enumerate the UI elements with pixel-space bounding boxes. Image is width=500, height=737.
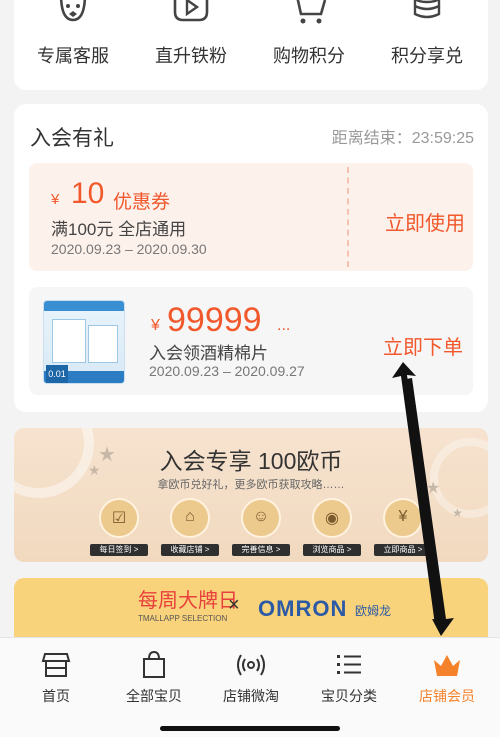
tab-label: 宝贝分类 <box>321 688 377 704</box>
use-now-button[interactable]: 立即使用 <box>385 207 465 236</box>
list-icon <box>337 655 361 674</box>
tab-label: 全部宝贝 <box>126 688 182 704</box>
event-sub: TMALLAPP SELECTION <box>138 614 228 623</box>
tab-store-feed[interactable]: 店铺微淘 <box>201 646 301 716</box>
brand-logo: OMRON <box>258 596 348 621</box>
countdown-label: 距离结束： <box>331 130 412 147</box>
member-benefits-card: 专属客服 直升铁粉 购物积分 积分享兑 <box>14 0 488 90</box>
join-gift-card: 入会有礼 距离结束：23:59:25 ¥ 10 优惠券 满100元 全店通用 2… <box>14 104 488 412</box>
benefit-label: 积分享兑 <box>391 46 463 66</box>
product-dates: 2020.09.23 – 2020.09.27 <box>149 363 305 379</box>
section-title: 入会有礼 <box>30 127 114 150</box>
banner-title: 入会专享 100欧币 <box>159 448 343 474</box>
task-label: 完善信息 > <box>232 544 290 556</box>
coupon-currency: ¥ <box>51 191 60 208</box>
product-price-ellipsis: ... <box>277 317 291 334</box>
benefit-label: 直升铁粉 <box>155 46 227 66</box>
product-currency: ¥ <box>151 317 160 334</box>
calendar-check-icon: ☑ <box>99 498 139 538</box>
thumb-header <box>44 301 124 311</box>
brand-day-banner[interactable]: 每周大牌日 TMALLAPP SELECTION × OMRON 欧姆龙 <box>14 578 488 638</box>
order-now-button[interactable]: 立即下单 <box>383 331 463 360</box>
coupon-divider <box>347 167 349 267</box>
yen-coin-icon: ¥ <box>383 498 423 538</box>
home-indicator <box>160 726 340 731</box>
benefit-label: 购物积分 <box>273 46 345 66</box>
coin-stack-icon <box>413 0 441 19</box>
product-thumbnail[interactable]: 0.01 <box>43 300 125 384</box>
tab-categories[interactable]: 宝贝分类 <box>299 646 399 716</box>
bottom-tab-bar: 首页 全部宝贝 店铺微淘 宝贝分类 店铺会员 <box>0 637 500 737</box>
event-logo: 每周大牌日 <box>138 590 238 612</box>
browse-bag-icon: ◉ <box>312 498 352 538</box>
tab-label: 店铺会员 <box>419 688 475 704</box>
thumb-price-badge: 0.01 <box>46 365 68 383</box>
store-icon: ⌂ <box>170 498 210 538</box>
thumb-box <box>88 325 118 363</box>
coupon-amount: 10 <box>71 177 105 210</box>
product-name: 入会领酒精棉片 <box>149 344 268 363</box>
thumb-box <box>52 319 86 363</box>
countdown-time: 23:59:25 <box>411 130 474 147</box>
star-icon: ★ <box>452 506 463 520</box>
product-offer-card: 0.01 ¥ 99999 ... 入会领酒精棉片 2020.09.23 – 20… <box>29 287 473 395</box>
coupon-card: ¥ 10 优惠券 满100元 全店通用 2020.09.23 – 2020.09… <box>29 163 473 271</box>
collab-separator: × <box>228 594 240 616</box>
tab-label: 店铺微淘 <box>223 688 279 704</box>
task-label: 浏览商品 > <box>303 544 361 556</box>
coupon-condition: 满100元 全店通用 <box>51 220 187 239</box>
banner-subtitle: 拿欧币兑好礼，更多欧币获取攻略…… <box>157 479 345 491</box>
benefit-label: 专属客服 <box>37 46 109 66</box>
tab-home[interactable]: 首页 <box>6 646 106 716</box>
service-robot-icon <box>59 0 87 22</box>
countdown: 距离结束：23:59:25 <box>332 124 474 148</box>
tab-label: 首页 <box>42 688 70 704</box>
task-label: 收藏店铺 > <box>161 544 219 556</box>
shop-front-icon <box>41 653 71 677</box>
broadcast-icon <box>237 654 265 676</box>
tab-all-items[interactable]: 全部宝贝 <box>104 646 204 716</box>
video-play-icon <box>173 0 209 22</box>
brand-logo-cn: 欧姆龙 <box>355 604 392 618</box>
task-label: 立即商品 > <box>374 544 432 556</box>
member-coin-banner[interactable]: ★ ★ ★ ★ 入会专享 100欧币 拿欧币兑好礼，更多欧币获取攻略…… ☑ 每… <box>14 428 488 562</box>
shopping-cart-icon <box>296 0 327 24</box>
task-label: 每日签到 > <box>90 544 148 556</box>
coupon-type: 优惠券 <box>113 192 171 213</box>
tab-store-member[interactable]: 店铺会员 <box>397 646 497 716</box>
coupon-dates: 2020.09.23 – 2020.09.30 <box>51 241 207 257</box>
product-price: 99999 <box>167 301 262 339</box>
crown-icon <box>434 655 460 676</box>
shopping-bag-icon <box>143 650 165 678</box>
profile-icon: ☺ <box>241 498 281 538</box>
